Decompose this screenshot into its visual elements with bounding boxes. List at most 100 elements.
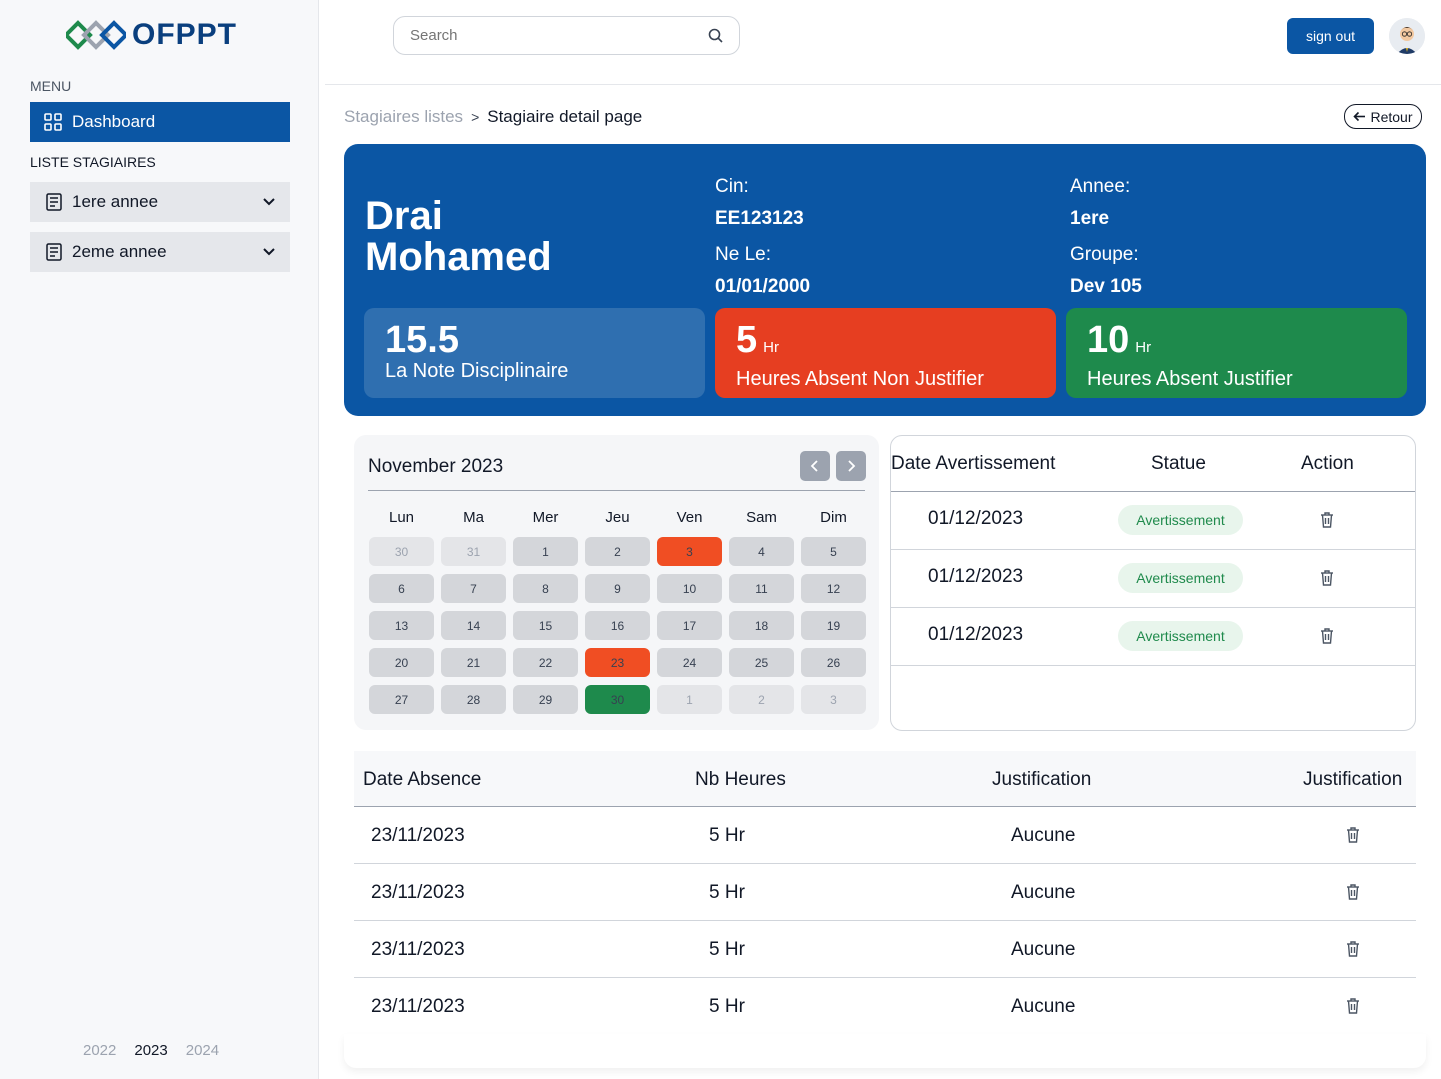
weekday-label: Jeu bbox=[605, 509, 630, 526]
birthdate-value: 01/01/2000 bbox=[715, 276, 811, 297]
absence-hours: 5 Hr bbox=[709, 939, 745, 960]
groupe-label: Groupe: bbox=[1070, 244, 1139, 265]
calendar-day[interactable]: 1 bbox=[513, 537, 578, 566]
breadcrumb-current: Stagiaire detail page bbox=[487, 107, 643, 126]
year-2024[interactable]: 2024 bbox=[186, 1042, 219, 1059]
calendar-day[interactable]: 2 bbox=[585, 537, 650, 566]
trash-icon[interactable] bbox=[1345, 826, 1361, 844]
avatar[interactable] bbox=[1389, 18, 1425, 54]
trash-icon[interactable] bbox=[1319, 627, 1335, 645]
sidebar: OFPPT MENU Dashboard LISTE STAGIAIRES 1e… bbox=[0, 0, 319, 1079]
calendar-day[interactable]: 30 bbox=[585, 685, 650, 714]
retour-button[interactable]: Retour bbox=[1344, 104, 1422, 129]
stat-unit: Hr bbox=[763, 339, 779, 356]
calendar-day[interactable]: 20 bbox=[369, 648, 434, 677]
trash-icon[interactable] bbox=[1345, 883, 1361, 901]
trash-icon[interactable] bbox=[1319, 569, 1335, 587]
absence-justification: Aucune bbox=[1011, 882, 1076, 903]
calendar-day[interactable]: 26 bbox=[801, 648, 866, 677]
calendar-day[interactable]: 22 bbox=[513, 648, 578, 677]
calendar-prev-button[interactable] bbox=[800, 451, 830, 481]
absence-table-header: Date Absence Nb Heures Justification Jus… bbox=[354, 751, 1416, 807]
year-2023[interactable]: 2023 bbox=[134, 1042, 167, 1059]
stat-unit: Hr bbox=[1135, 339, 1152, 356]
calendar-day[interactable]: 21 bbox=[441, 648, 506, 677]
column-header: Action bbox=[1301, 453, 1354, 474]
sidebar-item-label: Dashboard bbox=[72, 112, 156, 131]
calendar-day[interactable]: 19 bbox=[801, 611, 866, 640]
user-avatar-icon bbox=[1389, 18, 1425, 54]
calendar-title: November 2023 bbox=[368, 456, 504, 477]
calendar-day[interactable]: 1 bbox=[657, 685, 722, 714]
trash-icon[interactable] bbox=[1319, 511, 1335, 529]
search-input[interactable] bbox=[410, 27, 708, 44]
absence-date: 23/11/2023 bbox=[371, 939, 465, 960]
calendar-day[interactable]: 6 bbox=[369, 574, 434, 603]
chevron-down-icon[interactable] bbox=[262, 247, 276, 257]
chevron-left-icon bbox=[810, 460, 818, 472]
column-header: Date Avertissement bbox=[891, 453, 1056, 474]
calendar-day[interactable]: 16 bbox=[585, 611, 650, 640]
sidebar-item-2eme-annee[interactable]: 2eme annee bbox=[30, 232, 290, 272]
calendar-day[interactable]: 7 bbox=[441, 574, 506, 603]
sign-out-button[interactable]: sign out bbox=[1287, 18, 1374, 54]
sidebar-item-dashboard[interactable]: Dashboard bbox=[30, 102, 290, 142]
calendar-day[interactable]: 3 bbox=[657, 537, 722, 566]
column-header: Date Absence bbox=[363, 769, 482, 790]
student-name: Drai Mohamed bbox=[365, 196, 552, 278]
annee-label: Annee: bbox=[1070, 176, 1131, 197]
stat-card-note: 15.5 La Note Disciplinaire bbox=[364, 308, 705, 398]
calendar-day[interactable]: 9 bbox=[585, 574, 650, 603]
sidebar-item-1ere-annee[interactable]: 1ere annee bbox=[30, 182, 290, 222]
calendar-day[interactable]: 14 bbox=[441, 611, 506, 640]
logo-text: OFPPT bbox=[132, 18, 238, 51]
calendar-day[interactable]: 23 bbox=[585, 648, 650, 677]
absence-justification: Aucune bbox=[1011, 939, 1076, 960]
stat-label: Heures Absent Non Justifier bbox=[736, 368, 984, 390]
calendar-day[interactable]: 12 bbox=[801, 574, 866, 603]
sidebar-item-label: 2eme annee bbox=[72, 242, 167, 261]
cin-label: Cin: bbox=[715, 176, 749, 197]
birthdate-info: Ne Le: 01/01/2000 bbox=[715, 244, 810, 298]
search-icon[interactable] bbox=[708, 28, 723, 43]
calendar-day[interactable]: 2 bbox=[729, 685, 794, 714]
trash-icon[interactable] bbox=[1345, 940, 1361, 958]
calendar-day[interactable]: 18 bbox=[729, 611, 794, 640]
trash-icon[interactable] bbox=[1345, 997, 1361, 1015]
calendar-day[interactable]: 17 bbox=[657, 611, 722, 640]
calendar-day[interactable]: 3 bbox=[801, 685, 866, 714]
calendar-day[interactable]: 13 bbox=[369, 611, 434, 640]
table-row: 23/11/2023 5 Hr Aucune bbox=[354, 864, 1416, 921]
search-bar[interactable] bbox=[393, 16, 740, 55]
calendar-day[interactable]: 28 bbox=[441, 685, 506, 714]
calendar-next-button[interactable] bbox=[836, 451, 866, 481]
calendar-day[interactable]: 25 bbox=[729, 648, 794, 677]
chevron-down-icon[interactable] bbox=[262, 197, 276, 207]
table-row: 01/12/2023 Avertissement bbox=[891, 550, 1415, 608]
calendar-day[interactable]: 10 bbox=[657, 574, 722, 603]
calendar-day[interactable]: 15 bbox=[513, 611, 578, 640]
cin-value: EE123123 bbox=[715, 208, 804, 229]
calendar-day[interactable]: 8 bbox=[513, 574, 578, 603]
calendar-day[interactable]: 31 bbox=[441, 537, 506, 566]
calendar-day[interactable]: 4 bbox=[729, 537, 794, 566]
calendar-day[interactable]: 11 bbox=[729, 574, 794, 603]
cin-info: Cin: EE123123 bbox=[715, 176, 804, 230]
calendar-day[interactable]: 30 bbox=[369, 537, 434, 566]
calendar-day[interactable]: 5 bbox=[801, 537, 866, 566]
status-badge: Avertissement bbox=[1118, 621, 1243, 651]
calendar-day[interactable]: 29 bbox=[513, 685, 578, 714]
absence-date: 23/11/2023 bbox=[371, 825, 465, 846]
calendar-day[interactable]: 27 bbox=[369, 685, 434, 714]
year-2022[interactable]: 2022 bbox=[83, 1042, 116, 1059]
breadcrumb-parent[interactable]: Stagiaires listes bbox=[344, 107, 463, 127]
ofppt-logo[interactable]: OFPPT bbox=[66, 18, 237, 52]
column-header: Statue bbox=[1151, 453, 1206, 474]
calendar-weekdays: Lun Ma Mer Jeu Ven Sam Dim bbox=[369, 509, 864, 526]
liste-stagiaires-label: LISTE STAGIAIRES bbox=[30, 154, 156, 170]
table-card-bottom bbox=[344, 1034, 1426, 1068]
column-header: Nb Heures bbox=[695, 769, 786, 790]
breadcrumb-separator: > bbox=[471, 109, 480, 125]
absence-justification: Aucune bbox=[1011, 825, 1076, 846]
calendar-day[interactable]: 24 bbox=[657, 648, 722, 677]
